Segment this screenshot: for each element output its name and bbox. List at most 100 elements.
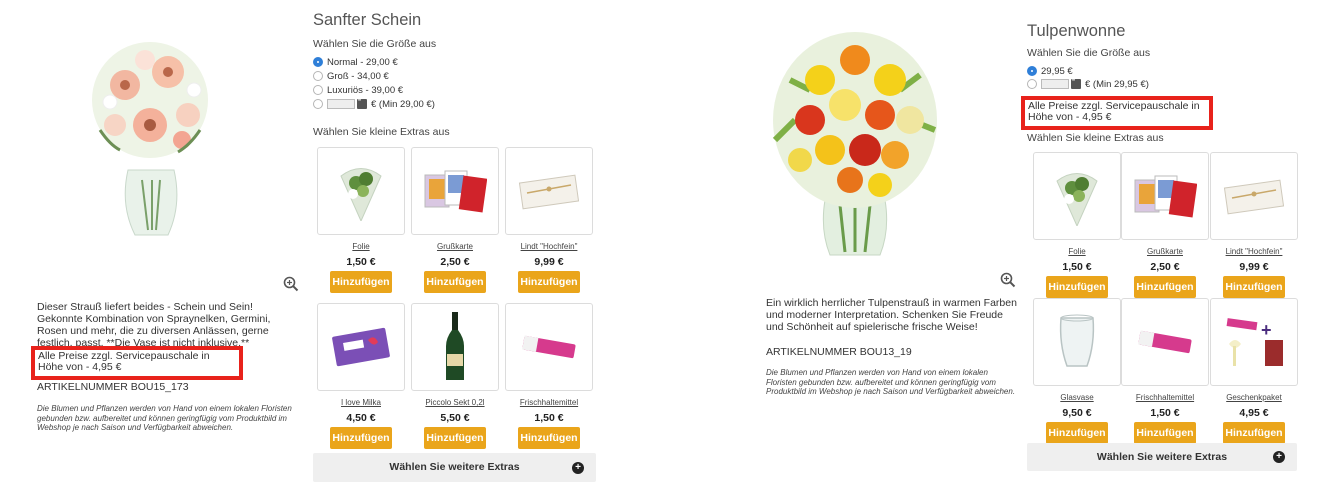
product-title: Sanfter Schein (313, 11, 422, 29)
extra-price: 1,50 € (534, 412, 564, 424)
size-option-luxurioes[interactable]: Luxuriös - 39,00 € (313, 84, 403, 96)
size-label: Wählen Sie die Größe aus (313, 38, 437, 50)
glass-vase-icon[interactable] (1033, 298, 1121, 386)
extra-name[interactable]: Glasvase (1033, 393, 1121, 404)
extra-item-grusskarte: Grußkarte 2,50 € Hinzufügen (1121, 152, 1209, 298)
add-extra-button[interactable]: Hinzufügen (1046, 276, 1108, 298)
amount-stepper-icon[interactable] (357, 97, 367, 109)
size-option-label: 29,95 € (1041, 65, 1073, 77)
radio-button-selected[interactable] (1027, 66, 1037, 76)
extra-price: 9,99 € (534, 256, 564, 268)
disclaimer-text: Die Blumen und Pflanzen werden von Hand … (766, 368, 1016, 396)
greeting-cards-icon[interactable] (411, 147, 499, 235)
product-description: Dieser Strauß liefert beides - Schein un… (37, 301, 271, 349)
extra-item-lindt: Lindt "Hochfein" 9,99 € Hinzufügen (1210, 152, 1298, 298)
extra-item-glasvase: Glasvase 9,50 € Hinzufügen (1033, 298, 1121, 444)
size-option-label: Groß - 34,00 € (327, 70, 389, 82)
foil-bouquet-icon[interactable] (1033, 152, 1121, 240)
extra-price: 4,95 € (1239, 407, 1269, 419)
disclaimer-text: Die Blumen und Pflanzen werden von Hand … (37, 404, 292, 432)
extra-item-milka: I love Milka 4,50 € Hinzufügen (317, 303, 405, 449)
add-extra-button[interactable]: Hinzufügen (1223, 422, 1285, 444)
size-option-normal[interactable]: Normal - 29,00 € (313, 56, 398, 68)
add-extra-button[interactable]: Hinzufügen (330, 427, 392, 449)
extra-name[interactable]: Grußkarte (1121, 247, 1209, 258)
extra-price: 4,50 € (346, 412, 376, 424)
size-option-standard[interactable]: 29,95 € (1027, 65, 1073, 77)
more-extras-button[interactable]: Wählen Sie weitere Extras + (313, 453, 596, 482)
greeting-cards-icon[interactable] (1121, 152, 1209, 240)
plus-icon[interactable]: + (1273, 451, 1285, 463)
add-extra-button[interactable]: Hinzufügen (1134, 276, 1196, 298)
radio-button[interactable] (313, 71, 323, 81)
zoom-icon[interactable] (1000, 272, 1016, 288)
more-extras-label: Wählen Sie weitere Extras (1096, 451, 1228, 463)
product-description: Ein wirklich herrlicher Tulpenstrauß in … (766, 297, 1017, 333)
add-extra-button[interactable]: Hinzufügen (1223, 276, 1285, 298)
product-image[interactable] (770, 20, 940, 260)
flower-food-sachet-icon[interactable] (1121, 298, 1209, 386)
extra-price: 1,50 € (1150, 407, 1180, 419)
extra-name[interactable]: Piccolo Sekt 0,2l (411, 398, 499, 409)
custom-amount-input[interactable] (1041, 79, 1069, 89)
flower-food-sachet-icon[interactable] (505, 303, 593, 391)
zoom-icon[interactable] (283, 276, 299, 292)
radio-button[interactable] (313, 99, 323, 109)
size-option-label: Luxuriös - 39,00 € (327, 84, 404, 96)
extra-item-lindt: Lindt "Hochfein" 9,99 € Hinzufügen (505, 147, 593, 293)
extra-name[interactable]: Frischhaltemittel (1121, 393, 1209, 404)
extra-name[interactable]: Frischhaltemittel (505, 398, 593, 409)
gift-package-icon[interactable]: + (1210, 298, 1298, 386)
sparkling-wine-bottle-icon[interactable] (411, 303, 499, 391)
extra-name[interactable]: Lindt "Hochfein" (1210, 247, 1298, 258)
extra-item-geschenkpaket: + Geschenkpaket 4,95 € Hinzufügen (1210, 298, 1298, 444)
add-extra-button[interactable]: Hinzufügen (1046, 422, 1108, 444)
custom-amount-label: € (Min 29,95 €) (1085, 78, 1149, 90)
extra-name[interactable]: Folie (317, 242, 405, 253)
extra-name[interactable]: I love Milka (317, 398, 405, 409)
extras-label: Wählen Sie kleine Extras aus (313, 126, 450, 138)
extra-name[interactable]: Folie (1033, 247, 1121, 258)
service-fee-notice: Alle Preise zzgl. Servicepauschale in Hö… (1021, 96, 1213, 130)
product-image[interactable] (90, 30, 210, 245)
size-option-label: Normal - 29,00 € (327, 56, 398, 68)
extra-price: 5,50 € (440, 412, 470, 424)
custom-amount-input[interactable] (327, 99, 355, 109)
milka-box-icon[interactable] (317, 303, 405, 391)
add-extra-button[interactable]: Hinzufügen (1134, 422, 1196, 444)
extra-item-piccolo-sekt: Piccolo Sekt 0,2l 5,50 € Hinzufügen (411, 303, 499, 449)
amount-stepper-icon[interactable] (1071, 77, 1081, 89)
add-extra-button[interactable]: Hinzufügen (518, 427, 580, 449)
extra-item-frischhaltemittel: Frischhaltemittel 1,50 € Hinzufügen (1121, 298, 1209, 444)
extra-item-grusskarte: Grußkarte 2,50 € Hinzufügen (411, 147, 499, 293)
size-option-gross[interactable]: Groß - 34,00 € (313, 70, 389, 82)
extra-price: 2,50 € (440, 256, 470, 268)
size-option-custom[interactable]: € (Min 29,95 €) (1027, 77, 1149, 90)
foil-bouquet-icon[interactable] (317, 147, 405, 235)
add-extra-button[interactable]: Hinzufügen (518, 271, 580, 293)
add-extra-button[interactable]: Hinzufügen (424, 271, 486, 293)
radio-button[interactable] (313, 85, 323, 95)
radio-button[interactable] (1027, 79, 1037, 89)
more-extras-button[interactable]: Wählen Sie weitere Extras + (1027, 443, 1297, 471)
chocolate-box-icon[interactable] (1210, 152, 1298, 240)
extra-item-folie: Folie 1,50 € Hinzufügen (317, 147, 405, 293)
plus-icon[interactable]: + (572, 461, 584, 474)
size-option-custom[interactable]: € (Min 29,00 €) (313, 97, 435, 110)
chocolate-box-icon[interactable] (505, 147, 593, 235)
extra-name[interactable]: Grußkarte (411, 242, 499, 253)
extra-price: 9,99 € (1239, 261, 1269, 273)
custom-amount-label: € (Min 29,00 €) (371, 98, 435, 110)
add-extra-button[interactable]: Hinzufügen (424, 427, 486, 449)
extra-item-folie: Folie 1,50 € Hinzufügen (1033, 152, 1121, 298)
extra-item-frischhaltemittel: Frischhaltemittel 1,50 € Hinzufügen (505, 303, 593, 449)
extras-label: Wählen Sie kleine Extras aus (1027, 132, 1164, 144)
extra-price: 9,50 € (1062, 407, 1092, 419)
extra-price: 1,50 € (346, 256, 376, 268)
size-label: Wählen Sie die Größe aus (1027, 47, 1151, 59)
extra-name[interactable]: Geschenkpaket (1210, 393, 1298, 404)
extra-name[interactable]: Lindt "Hochfein" (505, 242, 593, 253)
add-extra-button[interactable]: Hinzufügen (330, 271, 392, 293)
radio-button-selected[interactable] (313, 57, 323, 67)
service-fee-notice: Alle Preise zzgl. Servicepauschale in Hö… (31, 346, 243, 380)
